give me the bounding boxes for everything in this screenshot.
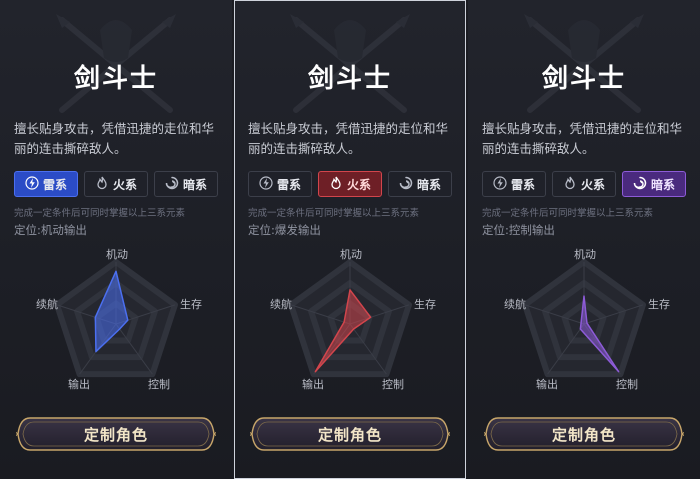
- fire-icon: [563, 176, 577, 193]
- element-button-2[interactable]: 暗系: [388, 171, 452, 197]
- description-line: 丽的连击撕碎敌人。: [248, 141, 361, 156]
- customize-character-button[interactable]: 定制角色: [247, 414, 453, 454]
- radar-svg: [522, 259, 646, 378]
- description-line: 丽的连击撕碎敌人。: [14, 141, 127, 156]
- element-button-0[interactable]: 雷系: [248, 171, 312, 197]
- dark-vortex-icon: [399, 176, 413, 193]
- radar-label: 生存: [180, 298, 202, 311]
- radar-label: 输出: [536, 378, 558, 391]
- description-line: 丽的连击撕碎敌人。: [482, 141, 595, 156]
- customize-character-label: 定制角色: [551, 426, 616, 444]
- element-selector: 雷系 火系 暗系: [248, 171, 458, 197]
- element-button-1[interactable]: 火系: [318, 171, 382, 197]
- element-label: 雷系: [276, 177, 301, 192]
- radar-label: 生存: [414, 298, 436, 311]
- radar-label: 控制: [616, 378, 638, 391]
- attribute-radar: 机动生存控制 输出 续航: [16, 242, 216, 392]
- element-button-1[interactable]: 火系: [552, 171, 616, 197]
- class-title: 剑斗士: [307, 64, 392, 94]
- element-selector: 雷系 火系 暗系: [482, 171, 692, 197]
- fire-icon: [329, 176, 343, 193]
- radar-label: 输出: [68, 378, 90, 391]
- element-label: 雷系: [42, 177, 67, 192]
- class-card[interactable]: 剑斗士 擅长贴身攻击，凭借迅捷的走位和华 丽的连击撕碎敌人。 雷系 火系 暗系 …: [234, 0, 466, 479]
- thunder-icon: [493, 175, 507, 193]
- class-card[interactable]: 剑斗士 擅长贴身攻击，凭借迅捷的走位和华 丽的连击撕碎敌人。 雷系 火系 暗系 …: [468, 0, 700, 479]
- description-line: 擅长贴身攻击，凭借迅捷的走位和华: [248, 121, 449, 136]
- customize-character-button[interactable]: 定制角色: [13, 414, 219, 454]
- class-description: 擅长贴身攻击，凭借迅捷的走位和华 丽的连击撕碎敌人。: [482, 119, 692, 159]
- customize-character-label: 定制角色: [317, 426, 382, 444]
- element-label: 雷系: [510, 177, 535, 192]
- description-line: 擅长贴身攻击，凭借迅捷的走位和华: [482, 121, 683, 136]
- class-title: 剑斗士: [73, 64, 158, 94]
- element-label: 火系: [112, 177, 137, 192]
- customize-character-button[interactable]: 定制角色: [481, 414, 687, 454]
- radar-label: 控制: [382, 378, 404, 391]
- dark-vortex-icon: [165, 176, 179, 193]
- description-line: 擅长贴身攻击，凭借迅捷的走位和华: [14, 121, 215, 136]
- class-description: 擅长贴身攻击，凭借迅捷的走位和华 丽的连击撕碎敌人。: [248, 119, 458, 159]
- element-label: 暗系: [416, 177, 441, 192]
- role-text: 定位:机动输出: [14, 223, 87, 237]
- thunder-icon: [25, 175, 39, 193]
- element-label: 火系: [346, 177, 371, 192]
- radar-label: 生存: [648, 298, 670, 311]
- element-label: 暗系: [650, 177, 675, 192]
- thunder-icon: [259, 175, 273, 193]
- role-text: 定位:爆发输出: [248, 223, 321, 237]
- radar-label: 输出: [302, 378, 324, 391]
- radar-label: 续航: [504, 298, 526, 311]
- element-button-0[interactable]: 雷系: [14, 171, 78, 197]
- class-description: 擅长贴身攻击，凭借迅捷的走位和华 丽的连击撕碎敌人。: [14, 119, 224, 159]
- radar-label: 机动: [106, 248, 128, 261]
- element-selector: 雷系 火系 暗系: [14, 171, 224, 197]
- fire-icon: [95, 176, 109, 193]
- radar-label: 机动: [340, 248, 362, 261]
- attribute-radar: 机动生存控制 输出 续航: [250, 242, 450, 392]
- radar-label: 控制: [148, 378, 170, 391]
- radar-label: 续航: [270, 298, 292, 311]
- class-title: 剑斗士: [541, 64, 626, 94]
- element-hint: 完成一定条件后可同时掌握以上三系元素: [482, 208, 654, 219]
- element-button-1[interactable]: 火系: [84, 171, 148, 197]
- radar-svg: [54, 259, 178, 378]
- class-card[interactable]: 剑斗士 擅长贴身攻击，凭借迅捷的走位和华 丽的连击撕碎敌人。 雷系 火系 暗系 …: [0, 0, 232, 479]
- element-hint: 完成一定条件后可同时掌握以上三系元素: [248, 208, 420, 219]
- element-hint: 完成一定条件后可同时掌握以上三系元素: [14, 208, 186, 219]
- radar-svg: [288, 259, 412, 378]
- dark-vortex-icon: [633, 176, 647, 193]
- customize-character-label: 定制角色: [83, 426, 148, 444]
- element-button-0[interactable]: 雷系: [482, 171, 546, 197]
- element-label: 暗系: [182, 177, 207, 192]
- element-button-2[interactable]: 暗系: [622, 171, 686, 197]
- role-text: 定位:控制输出: [482, 223, 555, 237]
- element-button-2[interactable]: 暗系: [154, 171, 218, 197]
- radar-label: 机动: [574, 248, 596, 261]
- radar-label: 续航: [36, 298, 58, 311]
- attribute-radar: 机动生存控制 输出 续航: [484, 242, 684, 392]
- element-label: 火系: [580, 177, 605, 192]
